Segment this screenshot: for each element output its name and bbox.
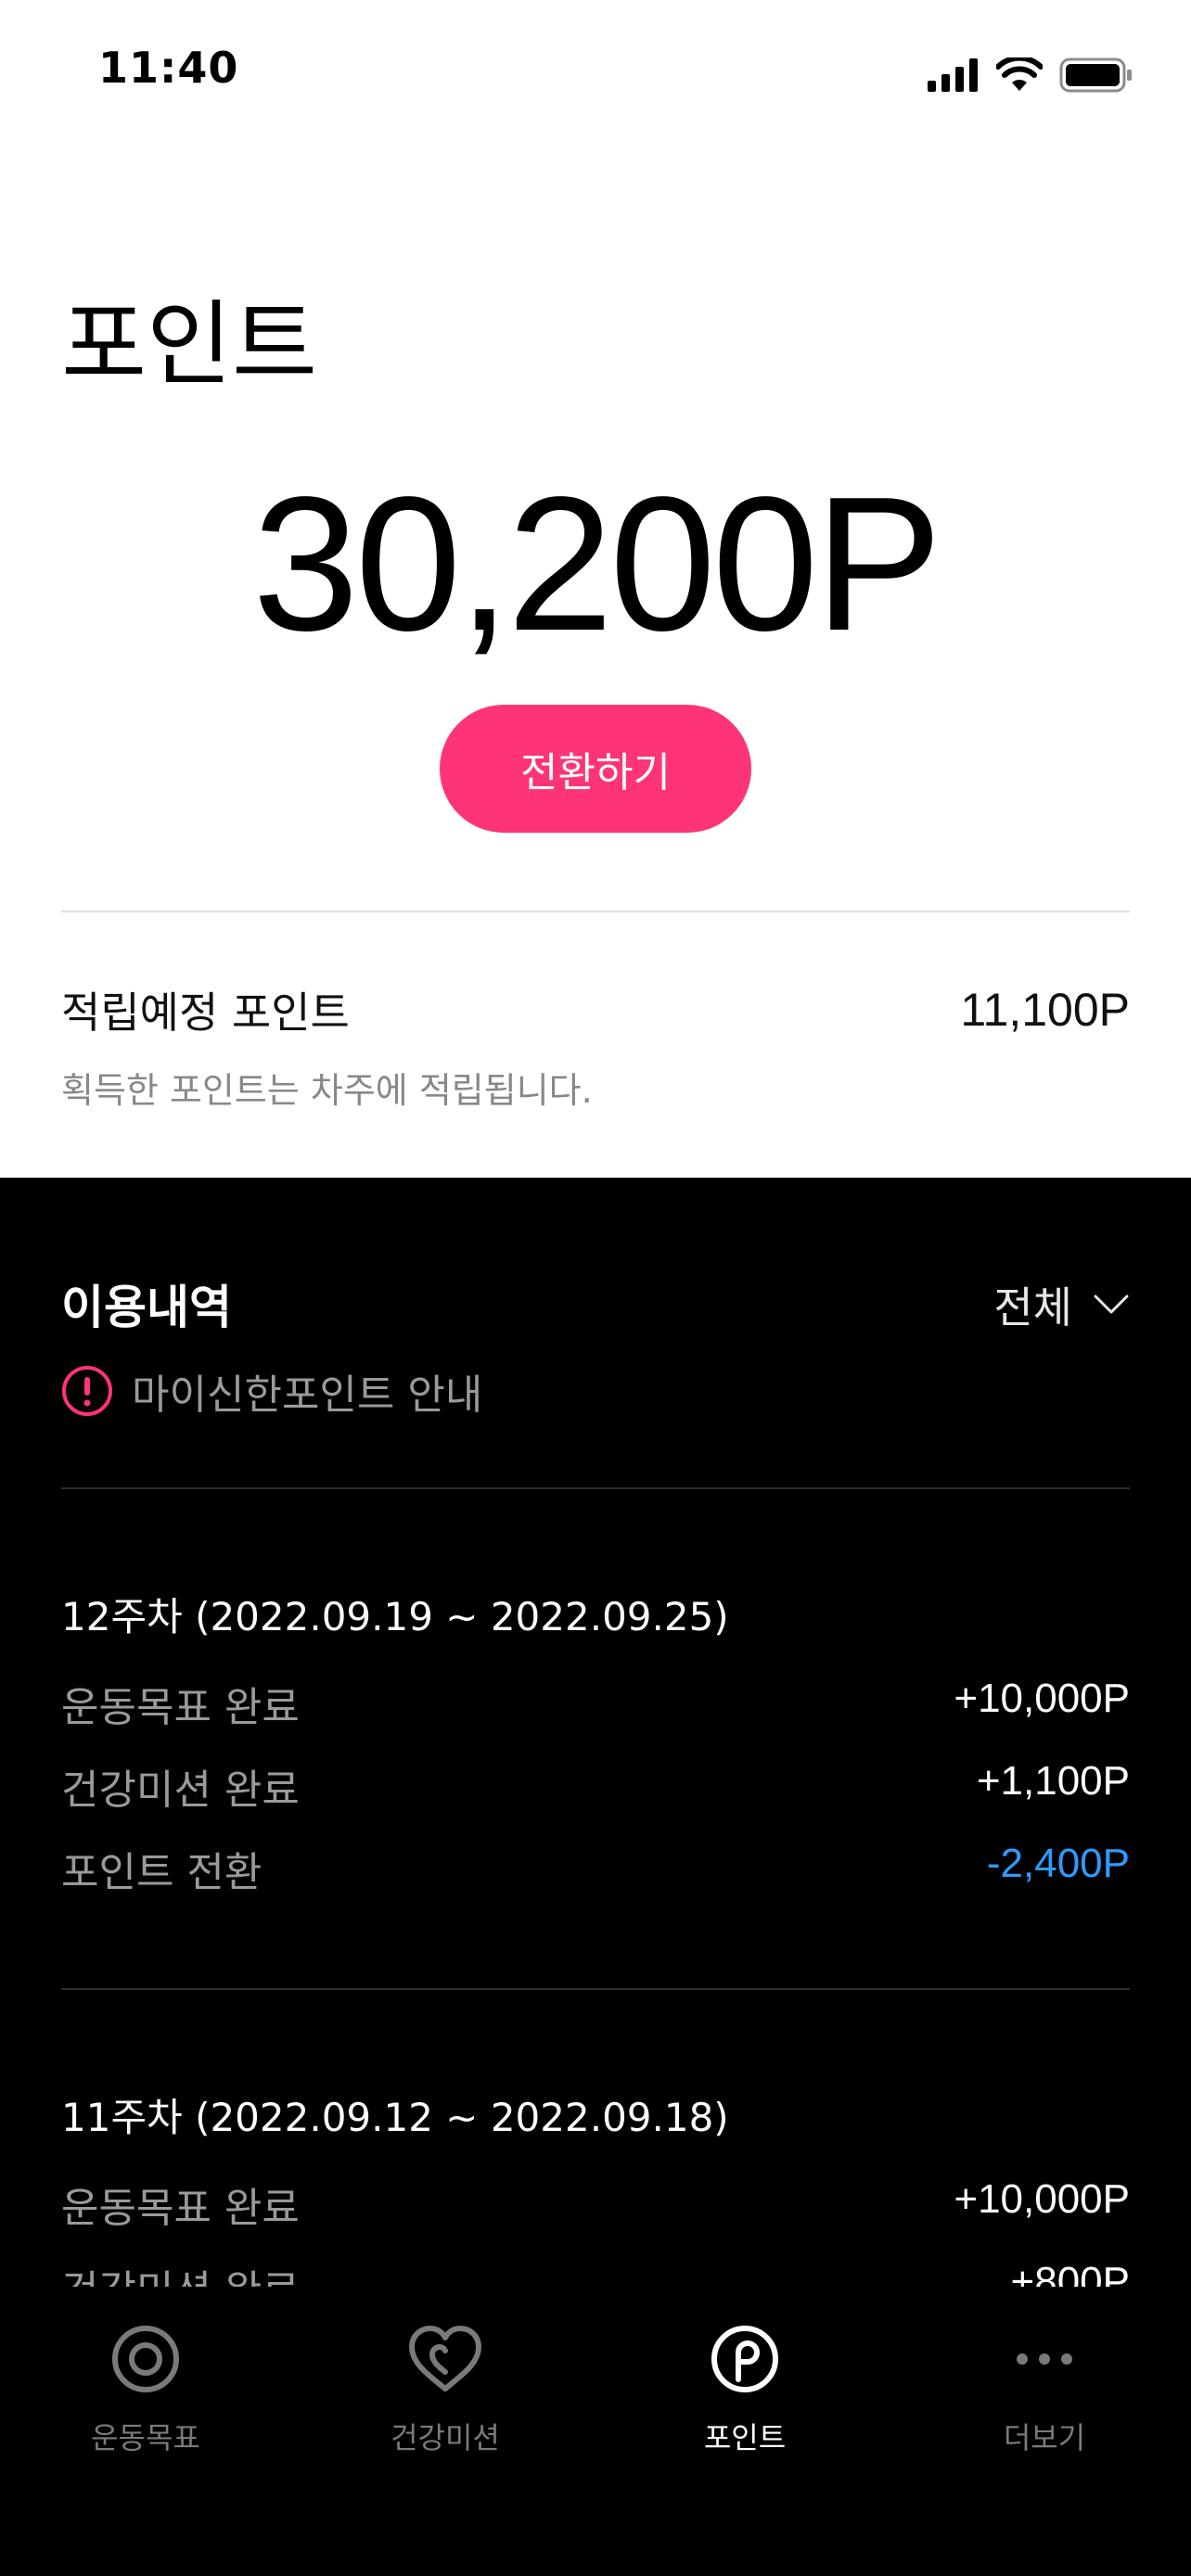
more-icon (1017, 2353, 1072, 2365)
target-icon (112, 2326, 179, 2392)
convert-button[interactable]: 전환하기 (440, 705, 751, 833)
history-filter-dropdown[interactable]: 전체 (993, 1274, 1130, 1335)
entry-amount-negative: -2,400P (986, 1841, 1130, 1886)
alert-icon (62, 1366, 112, 1416)
points-summary-panel: 11:40 포인트 30,200P 전환하기 적립예정 포인트 11,100P … (0, 0, 1191, 1178)
entry-label: 포인트 전환 (61, 1849, 263, 1896)
entry-label: 건강미션 완료 (61, 1766, 300, 1814)
tab-health-mission[interactable]: 건강미션 (334, 2324, 557, 2457)
week-title: 12주차 (2022.09.19 ~ 2022.09.25) (61, 1594, 729, 1639)
status-icons (928, 54, 1133, 96)
tab-label: 운동목표 (91, 2420, 200, 2455)
status-time: 11:40 (98, 43, 239, 93)
point-icon (711, 2326, 778, 2392)
page-title: 포인트 (61, 290, 317, 399)
entry-label: 운동목표 완료 (61, 1684, 300, 1731)
history-title: 이용내역 (61, 1281, 232, 1334)
entry-label: 운동목표 완료 (61, 2185, 300, 2232)
pending-points-description: 획득한 포인트는 차주에 적립됩니다. (61, 1070, 593, 1111)
entry-amount: +10,000P (954, 2176, 1130, 2222)
heart-icon (409, 2326, 481, 2391)
divider (61, 1487, 1130, 1489)
tab-label: 포인트 (703, 2420, 787, 2455)
entry-amount: +10,000P (954, 1676, 1130, 1721)
tab-points[interactable]: 포인트 (634, 2324, 856, 2457)
tab-label: 건강미션 (391, 2420, 500, 2455)
week-title: 11주차 (2022.09.12 ~ 2022.09.18) (61, 2095, 729, 2140)
wifi-icon (996, 57, 1043, 91)
pending-points-label: 적립예정 포인트 (61, 988, 350, 1038)
signal-icon (928, 58, 978, 92)
tab-exercise-goal[interactable]: 운동목표 (34, 2324, 257, 2457)
tab-label: 더보기 (1003, 2420, 1086, 2455)
divider (61, 1988, 1130, 1990)
point-balance: 30,200P (252, 457, 941, 670)
filter-label: 전체 (993, 1282, 1072, 1333)
entry-amount: +1,100P (976, 1758, 1130, 1804)
pending-points-value: 11,100P (960, 984, 1130, 1036)
battery-icon (1059, 57, 1132, 93)
divider (61, 911, 1130, 912)
tab-more[interactable]: 더보기 (933, 2324, 1156, 2457)
chevron-down-icon (1094, 1294, 1129, 1314)
bottom-tab-bar: 운동목표 건강미션 포인트 더보기 (0, 2287, 1191, 2576)
notice-label: 마이신한포인트 안내 (132, 1371, 483, 1419)
points-notice-link[interactable]: 마이신한포인트 안내 (61, 1361, 482, 1421)
